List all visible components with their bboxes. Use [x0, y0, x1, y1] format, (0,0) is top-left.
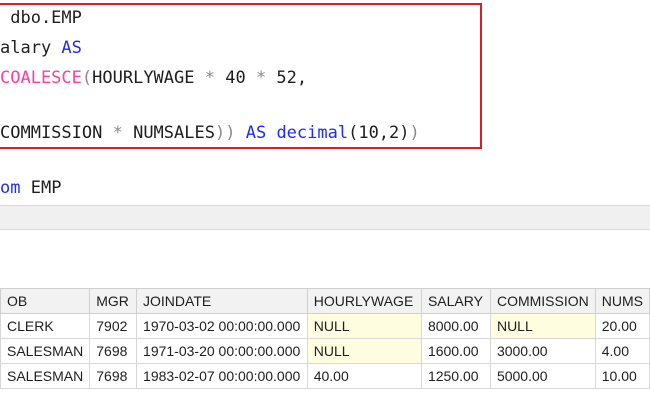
highlight-box: [0, 3, 482, 149]
column-header[interactable]: COMMISSION: [489, 288, 596, 314]
column-header[interactable]: HOURLYWAGE: [306, 288, 422, 314]
cell[interactable]: NULL: [306, 313, 422, 339]
cell[interactable]: 5000.00: [489, 363, 596, 389]
header-row: OB MGR JOINDATE HOURLYWAGE SALARY COMMIS…: [0, 288, 650, 314]
cell[interactable]: 1970-03-02 00:00:00.000: [136, 313, 308, 339]
cell[interactable]: 1971-03-20 00:00:00.000: [136, 338, 308, 364]
cell[interactable]: 1983-02-07 00:00:00.000: [136, 363, 308, 389]
table-row[interactable]: SALESMAN 7698 1971-03-20 00:00:00.000 NU…: [0, 338, 650, 364]
column-header[interactable]: OB: [0, 288, 91, 314]
results-toolbar-area: [0, 230, 650, 289]
query-editor[interactable]: dbo.EMP alary AS COALESCE(HOURLYWAGE * 4…: [0, 0, 650, 205]
results-grid[interactable]: OB MGR JOINDATE HOURLYWAGE SALARY COMMIS…: [0, 230, 650, 400]
cell[interactable]: CLERK: [0, 313, 91, 339]
code-text: EMP: [20, 178, 62, 198]
cell[interactable]: 8000.00: [420, 313, 491, 339]
cell[interactable]: 3000.00: [489, 338, 596, 364]
column-header[interactable]: NUMS: [594, 288, 650, 314]
column-header[interactable]: MGR: [89, 288, 138, 314]
code-line-7: om EMP: [0, 176, 61, 200]
table-row[interactable]: SALESMAN 7698 1983-02-07 00:00:00.000 40…: [0, 363, 650, 389]
keyword-from: om: [0, 178, 21, 198]
cell[interactable]: 1250.00: [420, 363, 491, 389]
column-header[interactable]: JOINDATE: [136, 288, 308, 314]
cell[interactable]: 20.00: [594, 313, 650, 339]
cell[interactable]: 40.00: [306, 363, 422, 389]
column-header[interactable]: SALARY: [420, 288, 491, 314]
cell[interactable]: NULL: [306, 338, 422, 364]
cell[interactable]: 7698: [89, 338, 138, 364]
cell[interactable]: 7902: [89, 313, 138, 339]
cell[interactable]: 4.00: [594, 338, 650, 364]
table-row[interactable]: CLERK 7902 1970-03-02 00:00:00.000 NULL …: [0, 313, 650, 339]
cell[interactable]: 7698: [89, 363, 138, 389]
cell[interactable]: 10.00: [594, 363, 650, 389]
cell[interactable]: NULL: [489, 313, 596, 339]
cell[interactable]: SALESMAN: [0, 338, 91, 364]
cell[interactable]: 1600.00: [420, 338, 491, 364]
results-table[interactable]: OB MGR JOINDATE HOURLYWAGE SALARY COMMIS…: [0, 288, 650, 389]
cell[interactable]: SALESMAN: [0, 363, 91, 389]
pane-splitter[interactable]: [0, 205, 650, 230]
